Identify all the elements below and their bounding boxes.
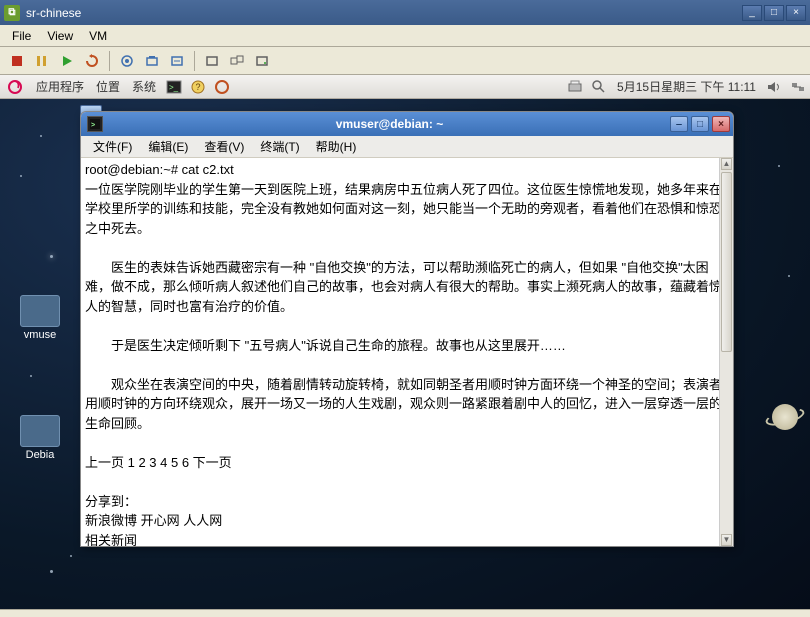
menu-view[interactable]: View <box>39 27 81 45</box>
volume-tray-icon[interactable] <box>764 77 784 97</box>
play-button[interactable] <box>56 50 78 72</box>
guest-desktop: 应用程序 位置 系统 >_ ? 5月15日星期三 下午 11:11 vmuse … <box>0 75 810 617</box>
desktop-icon-debian[interactable]: Debia <box>10 415 70 461</box>
debian-logo-icon[interactable] <box>6 78 24 96</box>
terminal-title: vmuser@debian: ~ <box>109 117 670 131</box>
terminal-body[interactable]: root@debian:~# cat c2.txt 一位医学院刚毕业的学生第一天… <box>81 158 733 546</box>
app-launcher-icon[interactable] <box>212 77 232 97</box>
vmware-statusbar <box>0 609 810 617</box>
console-button[interactable] <box>251 50 273 72</box>
desktop-icon-vmuser[interactable]: vmuse <box>10 295 70 341</box>
snapshot-manager-button[interactable] <box>141 50 163 72</box>
terminal-output-pager: 上一页 1 2 3 4 5 6 下一页 <box>85 453 725 473</box>
snapshot-button[interactable] <box>116 50 138 72</box>
terminal-maximize-button[interactable]: □ <box>691 116 709 132</box>
terminal-menu-view[interactable]: 查看(V) <box>196 136 252 157</box>
terminal-output-share-label: 分享到： <box>85 492 725 512</box>
vmware-icon: ⧉ <box>4 5 20 21</box>
svg-text:>: > <box>91 122 95 129</box>
terminal-output-share-sites: 新浪微博 开心网 人人网 <box>85 511 725 531</box>
star-icon <box>50 570 53 573</box>
fullscreen-button[interactable] <box>201 50 223 72</box>
star-icon <box>40 135 42 137</box>
desktop-icon-label: vmuse <box>24 329 56 341</box>
stop-button[interactable] <box>6 50 28 72</box>
vmware-titlebar: ⧉ sr-chinese _ □ × <box>0 0 810 25</box>
terminal-close-button[interactable]: × <box>712 116 730 132</box>
close-button[interactable]: × <box>786 5 806 21</box>
star-icon <box>30 375 32 377</box>
revert-button[interactable] <box>166 50 188 72</box>
star-icon <box>778 165 780 167</box>
scrollbar-thumb[interactable] <box>721 172 732 352</box>
drive-icon <box>20 415 60 447</box>
gnome-panel: 应用程序 位置 系统 >_ ? 5月15日星期三 下午 11:11 <box>0 75 810 99</box>
system-menu[interactable]: 系统 <box>126 78 162 95</box>
terminal-scrollbar[interactable]: ▲ ▼ <box>719 158 733 546</box>
maximize-button[interactable]: □ <box>764 5 784 21</box>
star-icon <box>70 555 72 557</box>
terminal-menu-edit[interactable]: 编辑(E) <box>140 136 196 157</box>
pause-button[interactable] <box>31 50 53 72</box>
terminal-window: > vmuser@debian: ~ ‒ □ × 文件(F) 编辑(E) 查看(… <box>80 111 734 547</box>
scroll-up-button[interactable]: ▲ <box>721 158 732 170</box>
star-icon <box>20 175 22 177</box>
terminal-prompt-line: root@debian:~# cat c2.txt <box>85 160 725 180</box>
applications-menu[interactable]: 应用程序 <box>30 78 90 95</box>
places-menu[interactable]: 位置 <box>90 78 126 95</box>
svg-text:?: ? <box>196 82 201 92</box>
terminal-launcher-icon[interactable]: >_ <box>164 77 184 97</box>
vmware-menubar: File View VM <box>0 25 810 47</box>
desktop-icon-label: Debia <box>26 449 55 461</box>
terminal-menu-help[interactable]: 帮助(H) <box>308 136 365 157</box>
svg-text:>_: >_ <box>169 83 179 92</box>
search-tray-icon[interactable] <box>589 77 609 97</box>
terminal-output-para: 医生的表妹告诉她西藏密宗有一种 "自他交换"的方法，可以帮助濒临死亡的病人，但如… <box>85 258 725 317</box>
star-icon <box>788 275 790 277</box>
folder-icon <box>20 295 60 327</box>
terminal-titlebar[interactable]: > vmuser@debian: ~ ‒ □ × <box>81 112 733 136</box>
menu-vm[interactable]: VM <box>81 27 115 45</box>
panel-clock[interactable]: 5月15日星期三 下午 11:11 <box>611 78 762 95</box>
menu-file[interactable]: File <box>4 27 39 45</box>
terminal-output-para: 观众坐在表演空间的中央，随着剧情转动旋转椅，就如同朝圣者用顺时钟方面环绕一个神圣… <box>85 375 725 434</box>
planet-icon <box>765 397 805 437</box>
terminal-minimize-button[interactable]: ‒ <box>670 116 688 132</box>
terminal-menu-file[interactable]: 文件(F) <box>85 136 140 157</box>
network-tray-icon[interactable] <box>788 77 808 97</box>
terminal-menu-terminal[interactable]: 终端(T) <box>252 136 307 157</box>
scroll-down-button[interactable]: ▼ <box>721 534 732 546</box>
unity-button[interactable] <box>226 50 248 72</box>
vmware-toolbar <box>0 47 810 75</box>
help-launcher-icon[interactable]: ? <box>188 77 208 97</box>
vmware-window-buttons: _ □ × <box>742 5 806 21</box>
terminal-icon: > <box>87 116 103 132</box>
star-icon <box>50 255 53 258</box>
terminal-menubar: 文件(F) 编辑(E) 查看(V) 终端(T) 帮助(H) <box>81 136 733 158</box>
terminal-output-para: 于是医生决定倾听剩下 "五号病人"诉说自己生命的旅程。故事也从这里展开…… <box>85 336 725 356</box>
reset-button[interactable] <box>81 50 103 72</box>
terminal-output-related: 相关新闻 <box>85 531 725 547</box>
minimize-button[interactable]: _ <box>742 5 762 21</box>
printer-tray-icon[interactable] <box>565 77 585 97</box>
terminal-output-para: 一位医学院刚毕业的学生第一天到医院上班，结果病房中五位病人死了四位。这位医生惊慌… <box>85 180 725 239</box>
vmware-title: sr-chinese <box>26 6 81 20</box>
